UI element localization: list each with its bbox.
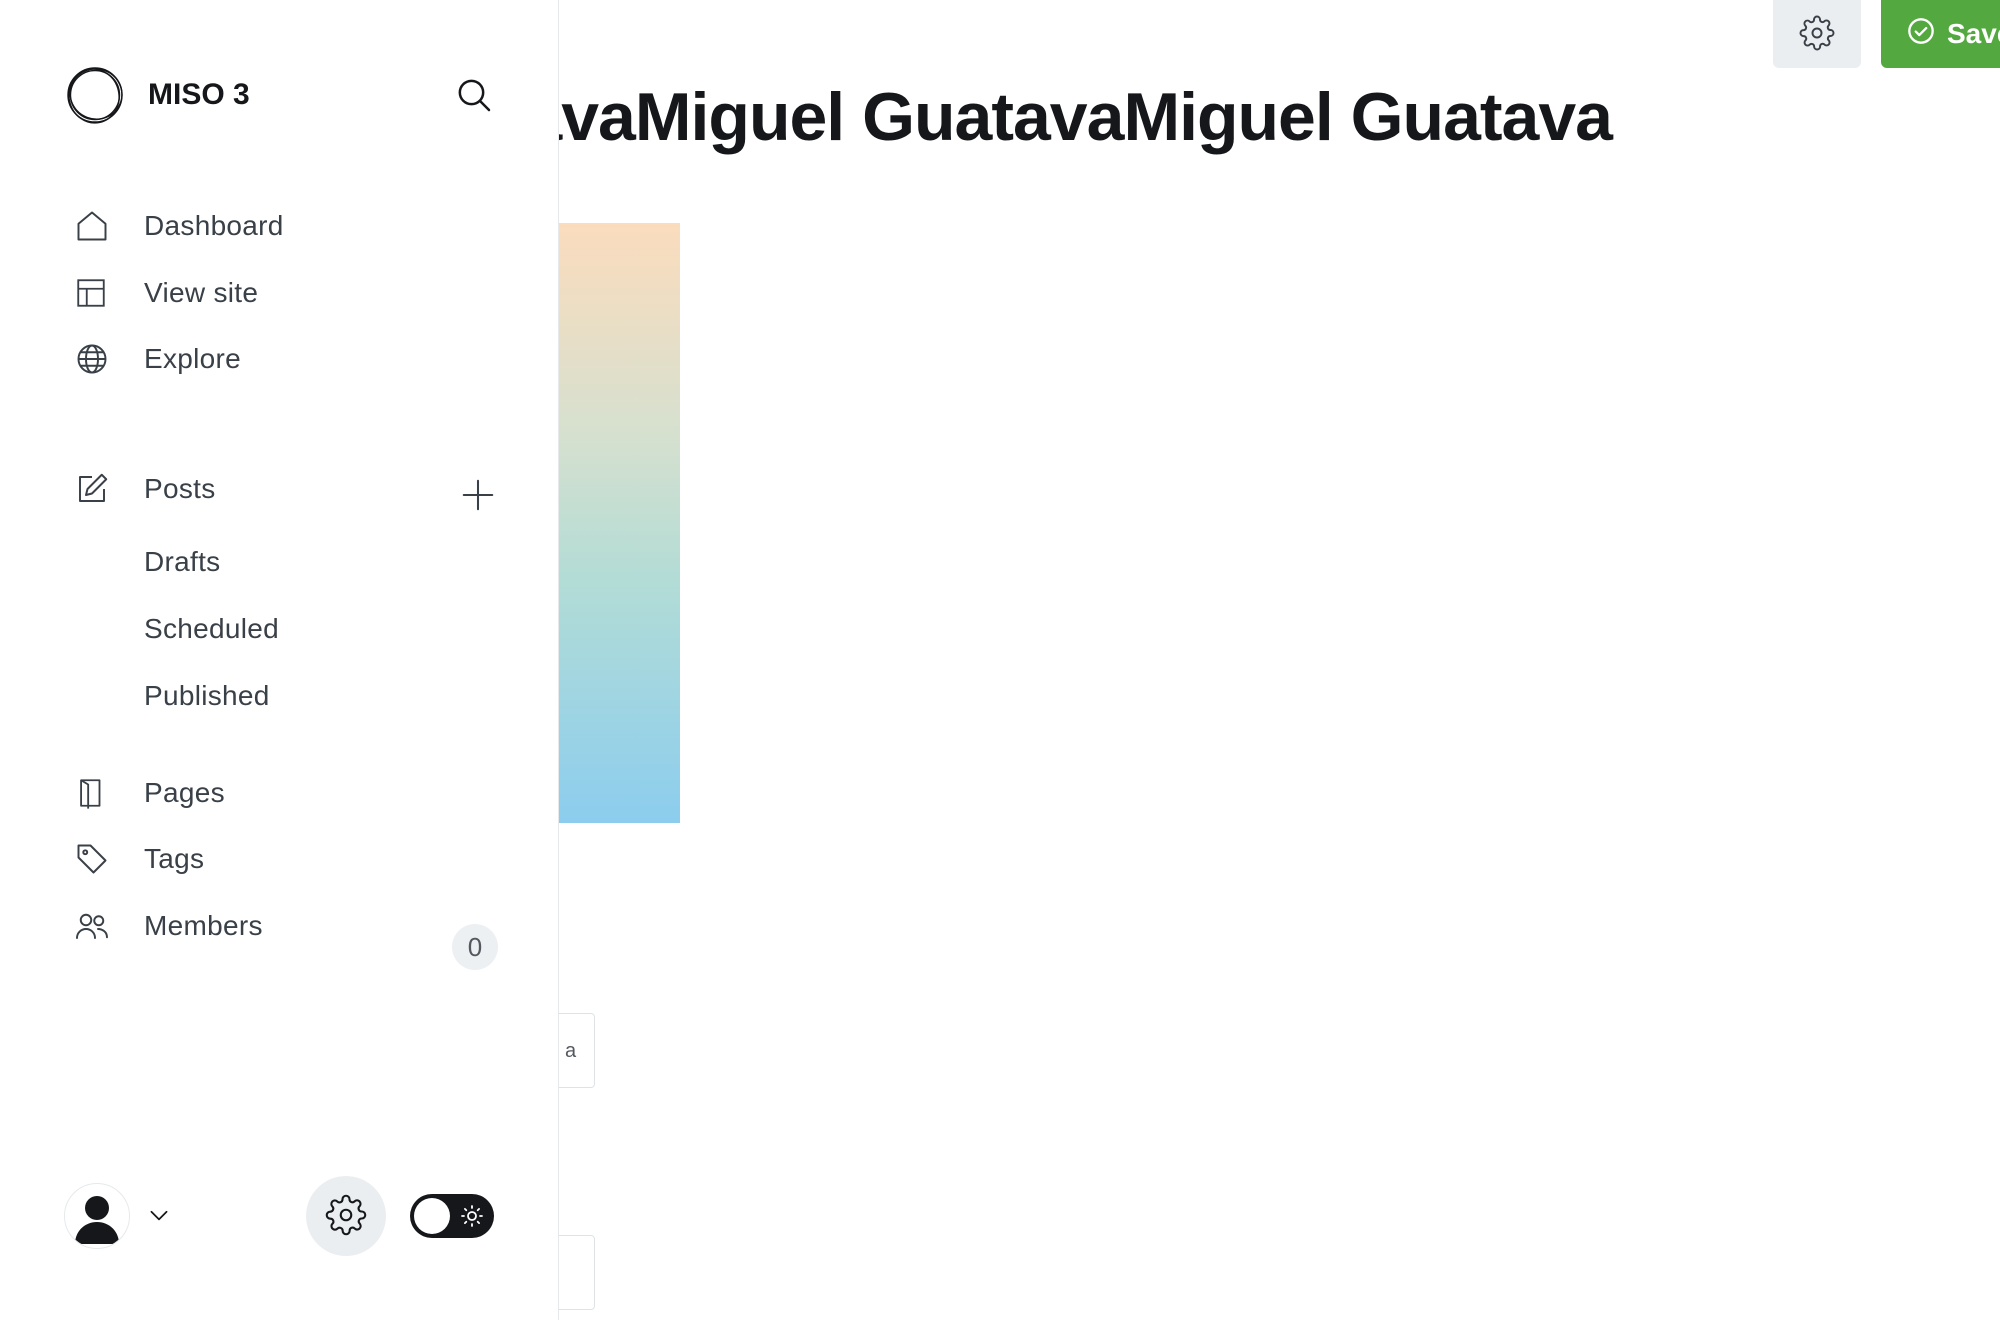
brand[interactable]: MISO 3 [64, 64, 250, 126]
globe-icon [64, 339, 122, 379]
sidebar-item-posts[interactable]: Posts [64, 461, 434, 517]
members-count-badge: 0 [452, 924, 498, 970]
sidebar-item-published[interactable]: Published [144, 671, 270, 721]
home-icon [64, 206, 122, 246]
plus-icon [459, 476, 497, 517]
sidebar-item-pages[interactable]: Pages [64, 765, 504, 821]
check-circle-icon [1907, 17, 1935, 52]
sidebar-item-drafts[interactable]: Drafts [144, 537, 220, 587]
sidebar: MISO 3 Dashboard View site Explore Posts… [0, 0, 559, 1320]
tag-icon [64, 839, 122, 879]
save-button[interactable]: Save [1881, 0, 2000, 68]
edit-icon [64, 469, 122, 509]
sidebar-item-explore[interactable]: Explore [64, 331, 504, 387]
gear-icon [1799, 15, 1835, 54]
layout-icon [64, 273, 122, 313]
page-icon [64, 773, 122, 813]
sidebar-item-label: Explore [144, 343, 242, 374]
sidebar-item-label: Members [144, 910, 263, 941]
chevron-down-icon [146, 1202, 172, 1231]
toggle-knob [414, 1198, 450, 1234]
settings-button[interactable] [306, 1176, 386, 1256]
user-menu-button[interactable] [64, 1182, 172, 1250]
search-button[interactable] [448, 70, 500, 122]
new-post-button[interactable] [452, 470, 504, 522]
gear-icon [325, 1194, 367, 1239]
users-icon [64, 906, 122, 946]
sidebar-item-scheduled[interactable]: Scheduled [144, 604, 279, 654]
brand-logo [64, 64, 126, 126]
post-settings-button[interactable] [1773, 0, 1861, 68]
sidebar-item-label: Dashboard [144, 210, 284, 241]
sidebar-item-members[interactable]: Members [64, 898, 434, 954]
editor-input-fragment: a [565, 1040, 577, 1062]
sidebar-item-view-site[interactable]: View site [64, 265, 504, 321]
sun-icon [460, 1204, 484, 1231]
theme-toggle[interactable] [410, 1194, 494, 1238]
search-icon [454, 75, 494, 118]
sidebar-item-label: View site [144, 277, 259, 308]
brand-name: MISO 3 [148, 78, 250, 111]
sidebar-item-tags[interactable]: Tags [64, 831, 504, 887]
save-button-label: Save [1947, 18, 2000, 49]
avatar [64, 1183, 130, 1249]
sidebar-item-dashboard[interactable]: Dashboard [64, 198, 504, 254]
sidebar-item-label: Posts [144, 473, 216, 504]
sidebar-item-label: Pages [144, 777, 225, 808]
sidebar-item-label: Tags [144, 843, 205, 874]
